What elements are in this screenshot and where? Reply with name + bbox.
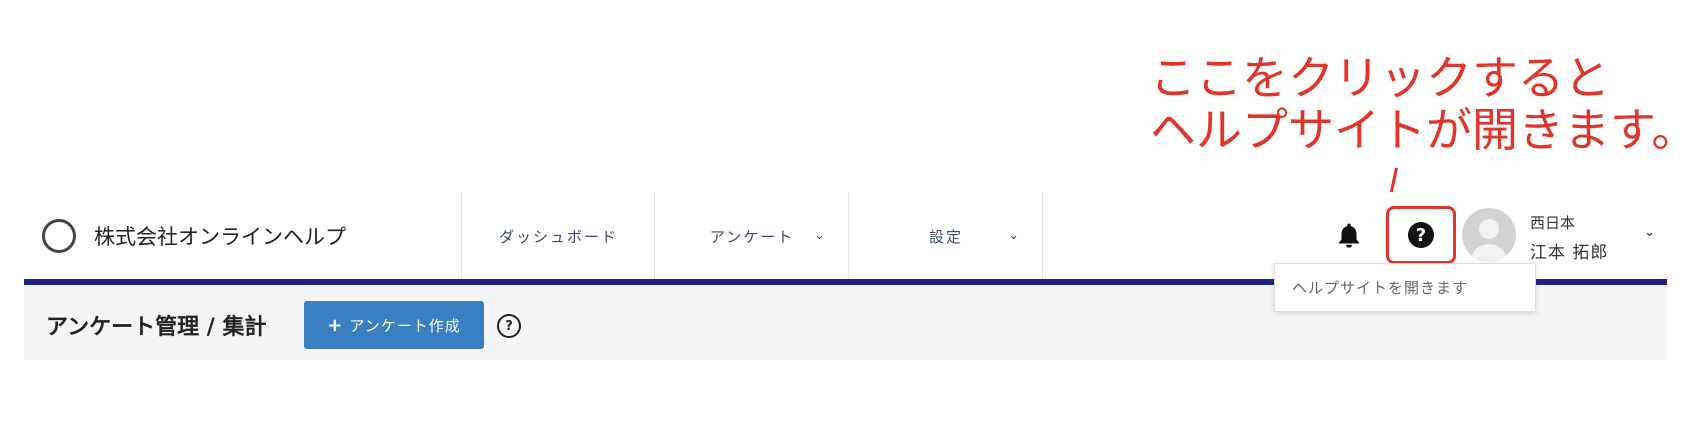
create-survey-button[interactable]: + アンケート作成 bbox=[304, 301, 484, 349]
chevron-down-icon: ⌄ bbox=[1008, 228, 1021, 243]
nav-survey[interactable]: アンケート ⌄ bbox=[654, 192, 849, 280]
company-name: 株式会社オンラインヘルプ bbox=[94, 225, 346, 249]
user-org: 西日本 bbox=[1530, 214, 1576, 232]
nav-settings[interactable]: 設定 ⌄ bbox=[848, 192, 1043, 280]
question-circle-icon[interactable]: ? bbox=[497, 314, 521, 338]
annotation-callout: ここをクリックすると ヘルプサイトが開きます。 bbox=[1150, 52, 1697, 156]
user-name: 江本 拓郎 bbox=[1530, 243, 1609, 263]
question-circle-icon: ? bbox=[1408, 222, 1434, 248]
plus-icon: + bbox=[327, 314, 344, 336]
help-tooltip-text: ヘルプサイトを開きます bbox=[1292, 279, 1469, 297]
brand[interactable]: 株式会社オンラインヘルプ bbox=[42, 214, 346, 258]
nav-dashboard[interactable]: ダッシュボード bbox=[461, 192, 655, 280]
nav-dashboard-label: ダッシュボード bbox=[498, 227, 618, 246]
annotation-line-1: ここをクリックすると bbox=[1150, 51, 1610, 105]
annotation-line-2: ヘルプサイトが開きます。 bbox=[1150, 103, 1698, 157]
bell-icon[interactable] bbox=[1334, 221, 1364, 251]
help-button[interactable]: ? bbox=[1386, 206, 1456, 264]
nav-survey-label: アンケート bbox=[709, 227, 795, 246]
create-survey-label: アンケート作成 bbox=[349, 316, 461, 335]
nav-divider bbox=[1042, 192, 1043, 280]
nav-settings-label: 設定 bbox=[928, 227, 963, 246]
user-menu-chevron-icon[interactable]: ⌄ bbox=[1644, 225, 1655, 240]
user-avatar-icon[interactable] bbox=[1462, 208, 1516, 262]
help-tooltip: ヘルプサイトを開きます bbox=[1274, 263, 1536, 312]
logo-icon bbox=[42, 219, 76, 253]
page-title: アンケート管理 / 集計 bbox=[46, 315, 267, 340]
chevron-down-icon: ⌄ bbox=[814, 228, 827, 243]
